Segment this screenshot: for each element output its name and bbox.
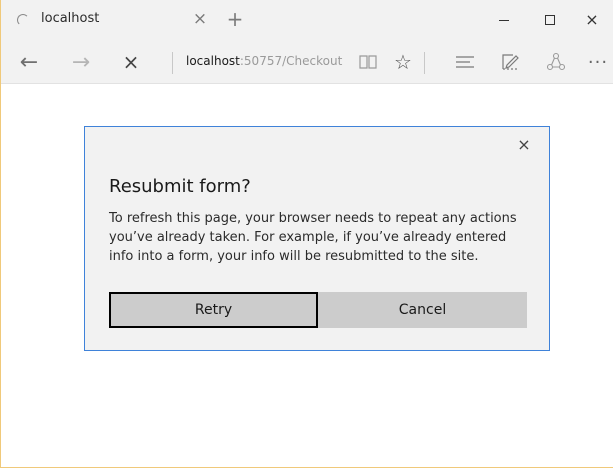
retry-button[interactable]: Retry [109, 292, 318, 328]
browser-window: localhost × + × ← → × localhost:50757/Ch… [0, 0, 613, 468]
address-bar[interactable]: localhost:50757/Checkout [186, 54, 342, 68]
star-icon[interactable]: ☆ [391, 50, 415, 74]
dialog-message: To refresh this page, your browser needs… [109, 211, 517, 264]
stop-icon[interactable]: × [119, 50, 143, 74]
title-bar: localhost × + × [1, 0, 613, 40]
tab-close-icon[interactable]: × [191, 8, 209, 30]
minimize-icon [499, 19, 509, 21]
resubmit-form-dialog: × Resubmit form? To refresh this page, y… [84, 126, 550, 351]
tab-localhost[interactable]: localhost × [1, 0, 219, 40]
web-note-icon[interactable] [498, 50, 522, 74]
back-arrow-icon[interactable]: ← [17, 50, 41, 75]
new-tab-icon[interactable]: + [225, 7, 245, 31]
more-icon[interactable]: ··· [586, 50, 610, 74]
maximize-button[interactable] [527, 0, 573, 40]
forward-arrow-icon[interactable]: → [69, 50, 93, 75]
toolbar-divider [172, 52, 173, 74]
reading-view-icon[interactable] [356, 50, 380, 74]
close-icon: × [585, 10, 599, 29]
share-icon[interactable] [544, 50, 568, 74]
loading-spinner-icon [17, 14, 29, 26]
toolbar-divider [424, 52, 425, 74]
cancel-button[interactable]: Cancel [318, 292, 527, 328]
navigation-toolbar: ← → × localhost:50757/Checkout ☆ ··· [1, 40, 613, 84]
hub-icon[interactable] [453, 50, 477, 74]
minimize-button[interactable] [481, 0, 527, 40]
dialog-title: Resubmit form? [109, 176, 251, 197]
url-path: :50757/Checkout [239, 54, 343, 68]
tab-title: localhost [41, 11, 100, 26]
maximize-icon [545, 15, 555, 25]
url-host: localhost [186, 54, 240, 68]
window-close-button[interactable]: × [569, 0, 613, 40]
dialog-close-icon[interactable]: × [515, 135, 533, 154]
